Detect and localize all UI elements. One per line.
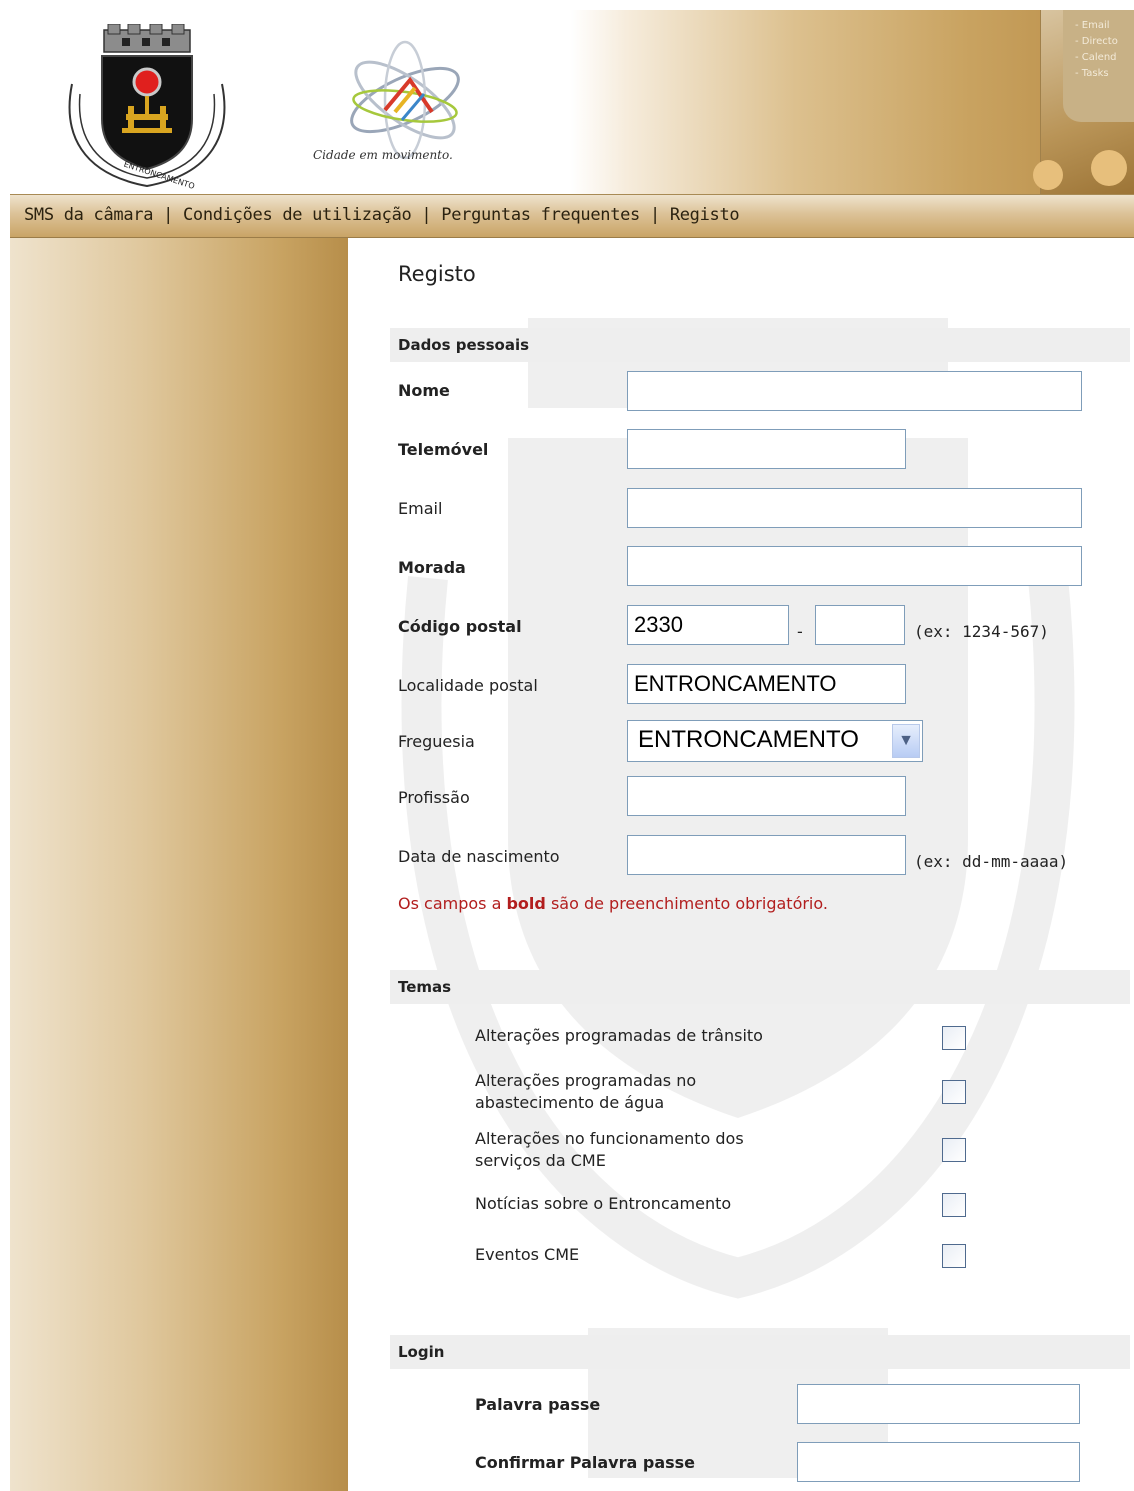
theme-label: Notícias sobre o Entroncamento bbox=[475, 1193, 895, 1215]
phone-image: - Email - Directo - Calend - Tasks bbox=[1033, 10, 1134, 194]
site-header: - Email - Directo - Calend - Tasks ENTRO… bbox=[10, 10, 1134, 194]
section-header-themes: Temas bbox=[390, 970, 1130, 1004]
theme-label: Alterações no funcionamento dos serviços… bbox=[475, 1128, 895, 1172]
left-sidebar bbox=[10, 238, 348, 1491]
theme-label: Alterações programadas de trânsito bbox=[475, 1025, 895, 1047]
main-content: Registo Dados pessoais Nome Telemóvel Em… bbox=[348, 238, 1134, 1491]
top-navigation: SMS da câmara | Condições de utilização … bbox=[10, 194, 1134, 238]
theme-checkbox-agua[interactable] bbox=[942, 1080, 966, 1104]
theme-checkbox-transito[interactable] bbox=[942, 1026, 966, 1050]
theme-checkbox-eventos[interactable] bbox=[942, 1244, 966, 1268]
required-fields-note: Os campos a bold são de preenchimento ob… bbox=[398, 894, 828, 913]
theme-label: Alterações programadas no abastecimento … bbox=[475, 1070, 895, 1114]
theme-label-line: Eventos CME bbox=[475, 1245, 580, 1264]
phone-button bbox=[1033, 160, 1063, 190]
phone-menu-item: - Tasks bbox=[1075, 68, 1109, 79]
entroncamento-crest-logo: ENTRONCAMENTO bbox=[68, 24, 226, 191]
theme-label: Eventos CME bbox=[475, 1244, 895, 1266]
localidade-input[interactable]: ENTRONCAMENTO bbox=[627, 664, 906, 704]
telemovel-label: Telemóvel bbox=[398, 440, 489, 459]
nav-separator: | bbox=[421, 205, 432, 225]
localidade-label: Localidade postal bbox=[398, 676, 538, 695]
phone-screen: - Email - Directo - Calend - Tasks bbox=[1063, 10, 1134, 122]
telemovel-input[interactable] bbox=[627, 429, 906, 469]
theme-checkbox-servicos[interactable] bbox=[942, 1138, 966, 1162]
note-text: são de preenchimento obrigatório. bbox=[545, 894, 828, 913]
phone-menu-item: - Email bbox=[1075, 20, 1110, 31]
section-header-login: Login bbox=[390, 1335, 1130, 1369]
postal-code-dash: - bbox=[797, 622, 803, 641]
confirm-password-input[interactable] bbox=[797, 1442, 1080, 1482]
theme-label-line: serviços da CME bbox=[475, 1151, 606, 1170]
nav-link-terms[interactable]: Condições de utilização bbox=[183, 205, 412, 225]
theme-label-line: Alterações no funcionamento dos bbox=[475, 1129, 744, 1148]
nav-link-faq[interactable]: Perguntas frequentes bbox=[441, 205, 640, 225]
phone-menu-item: - Directo bbox=[1075, 36, 1118, 47]
postal-code-part1-input[interactable]: 2330 bbox=[627, 605, 789, 645]
password-label: Palavra passe bbox=[475, 1395, 601, 1414]
note-bold-word: bold bbox=[506, 894, 546, 913]
chevron-down-icon[interactable]: ▼ bbox=[892, 724, 920, 758]
freguesia-selected-value: ENTRONCAMENTO bbox=[638, 726, 859, 753]
email-label: Email bbox=[398, 499, 443, 518]
cidade-em-movimento-logo bbox=[350, 40, 460, 160]
nav-links: SMS da câmara | Condições de utilização … bbox=[24, 205, 740, 225]
freguesia-select[interactable]: ENTRONCAMENTO ▼ bbox=[627, 720, 923, 762]
data-nascimento-hint: (ex: dd-mm-aaaa) bbox=[914, 852, 1069, 871]
morada-input[interactable] bbox=[627, 546, 1082, 586]
theme-label-line: Alterações programadas no bbox=[475, 1071, 697, 1090]
nav-link-sms[interactable]: SMS da câmara bbox=[24, 205, 153, 225]
theme-label-line: Alterações programadas de trânsito bbox=[475, 1026, 763, 1045]
note-text: Os campos a bbox=[398, 894, 507, 913]
profissao-label: Profissão bbox=[398, 788, 470, 807]
confirm-password-label: Confirmar Palavra passe bbox=[475, 1453, 696, 1472]
theme-label-line: abastecimento de água bbox=[475, 1093, 665, 1112]
email-input[interactable] bbox=[627, 488, 1082, 528]
page-title: Registo bbox=[398, 262, 476, 286]
data-nascimento-input[interactable] bbox=[627, 835, 906, 875]
postal-code-hint: (ex: 1234-567) bbox=[914, 622, 1049, 641]
theme-label-line: Notícias sobre o Entroncamento bbox=[475, 1194, 732, 1213]
nome-label: Nome bbox=[398, 381, 450, 400]
nav-separator: | bbox=[649, 205, 660, 225]
site-tagline: Cidade em movimento. bbox=[313, 148, 453, 162]
password-input[interactable] bbox=[797, 1384, 1080, 1424]
section-header-personal: Dados pessoais bbox=[390, 328, 1130, 362]
nav-separator: | bbox=[163, 205, 174, 225]
codigo-postal-label: Código postal bbox=[398, 617, 522, 636]
profissao-input[interactable] bbox=[627, 776, 906, 816]
nome-input[interactable] bbox=[627, 371, 1082, 411]
data-nascimento-label: Data de nascimento bbox=[398, 847, 560, 866]
nav-link-register[interactable]: Registo bbox=[670, 205, 740, 225]
phone-button bbox=[1091, 150, 1127, 186]
morada-label: Morada bbox=[398, 558, 466, 577]
postal-code-part2-input[interactable] bbox=[815, 605, 905, 645]
theme-checkbox-noticias[interactable] bbox=[942, 1193, 966, 1217]
phone-menu-item: - Calend bbox=[1075, 52, 1117, 63]
freguesia-label: Freguesia bbox=[398, 732, 475, 751]
